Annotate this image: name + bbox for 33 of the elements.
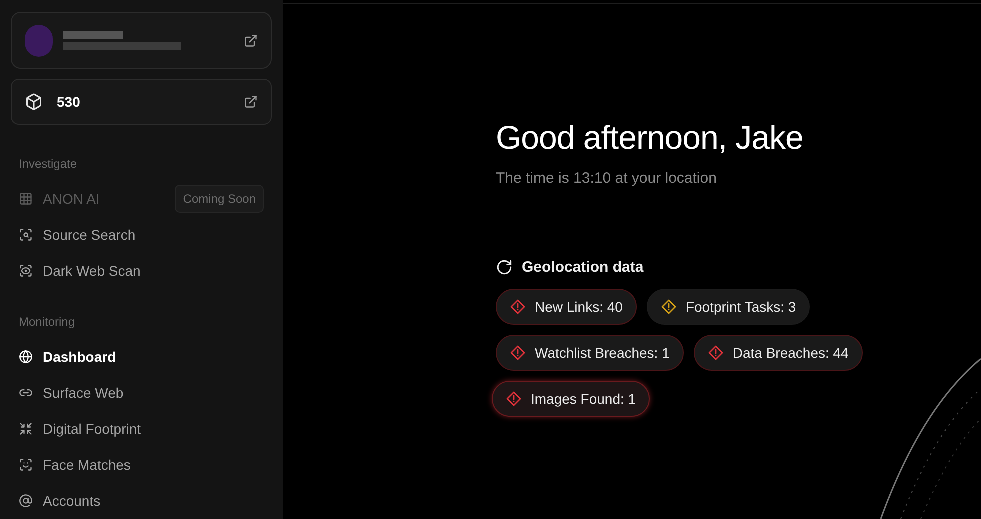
section-title: Investigate	[18, 156, 78, 173]
alert-chip[interactable]: Footprint Tasks: 3	[646, 289, 810, 325]
blurred-name	[63, 31, 123, 40]
alert-chip[interactable]: New Links: 40	[496, 289, 637, 325]
credits-value: 530	[57, 92, 82, 112]
coming-soon-badge: Coming Soon	[175, 185, 264, 213]
external-link-icon[interactable]	[244, 34, 258, 48]
cube-icon	[25, 93, 43, 112]
globe-icon	[19, 350, 33, 364]
grid-icon	[19, 192, 33, 206]
nav-item[interactable]: Dashboard	[11, 339, 272, 375]
at-sign-icon	[19, 494, 33, 508]
avatar	[25, 24, 53, 57]
nav-item[interactable]: Surface Web	[11, 375, 272, 411]
shrink-arrows-icon	[19, 422, 33, 436]
greeting-subtitle: The time is 13:10 at your location	[496, 169, 718, 189]
section-title: Monitoring	[18, 314, 76, 331]
refresh-icon	[496, 259, 513, 276]
alert-chip[interactable]: Watchlist Breaches: 1	[496, 335, 684, 371]
scan-eye-icon	[19, 264, 33, 278]
nav-item[interactable]: Digital Footprint	[11, 411, 272, 447]
greeting-title: Good afternoon, Jake	[496, 118, 804, 158]
search-icon	[19, 228, 33, 242]
alert-chip[interactable]: Images Found: 1	[492, 381, 650, 417]
geolocation-label: Geolocation data	[522, 258, 644, 278]
alert-chip[interactable]: Data Breaches: 44	[694, 335, 863, 371]
external-link-icon[interactable]	[244, 95, 258, 110]
nav-item[interactable]: Accounts	[11, 483, 272, 519]
nav-item[interactable]: Source Search	[11, 217, 272, 253]
nav-item[interactable]: Face Matches	[11, 447, 272, 483]
credits-card[interactable]: 530	[11, 79, 272, 125]
nav-item[interactable]: Dark Web Scan	[11, 253, 272, 289]
face-scan-icon	[19, 458, 33, 472]
